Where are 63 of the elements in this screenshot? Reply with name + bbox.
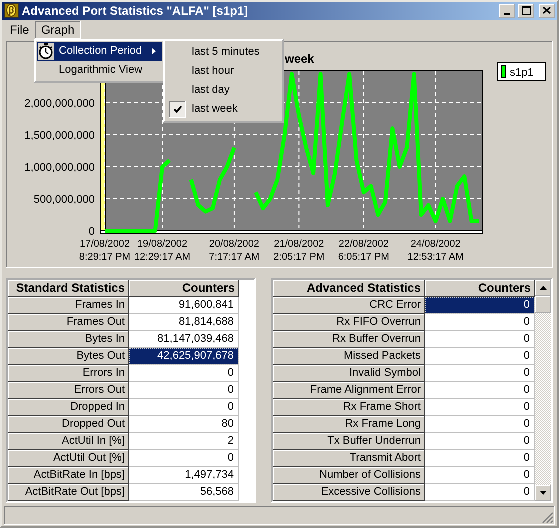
row-header: Dropped In xyxy=(8,398,129,416)
column-header[interactable]: Counters xyxy=(129,280,239,296)
menu-item[interactable]: last day xyxy=(167,80,280,100)
column-header[interactable]: Standard Statistics xyxy=(8,280,129,296)
row-header: Bytes Out xyxy=(8,348,129,364)
row-header: ActBitRate In [bps] xyxy=(8,466,129,484)
column-header[interactable]: Advanced Statistics xyxy=(273,280,425,296)
table-cell[interactable]: 0 xyxy=(129,450,239,466)
row-header: Bytes In xyxy=(8,330,129,348)
y-tick-label: 500,000,000 xyxy=(34,194,95,206)
row-header: Rx Buffer Overrun xyxy=(273,330,425,348)
row-header: ActUtil Out [%] xyxy=(8,450,129,466)
y-tick-label: 2,000,000,000 xyxy=(24,98,95,110)
table-cell[interactable]: 2 xyxy=(129,432,239,450)
table-cell[interactable]: 91,600,841 xyxy=(129,296,239,314)
table-cell[interactable]: 0 xyxy=(129,364,239,382)
menu-item[interactable]: Graph xyxy=(35,20,81,38)
row-header: CRC Error xyxy=(273,296,425,314)
legend: s1p1 xyxy=(498,62,546,81)
column-header[interactable]: Counters xyxy=(425,280,535,296)
menu-item[interactable]: last 5 minutes xyxy=(167,42,280,62)
row-header: Dropped Out xyxy=(8,416,129,432)
table-cell[interactable]: 0 xyxy=(129,382,239,398)
menu-item[interactable]: last week xyxy=(167,100,280,118)
table-cell[interactable]: 81,814,688 xyxy=(129,314,239,330)
row-header: Frames In xyxy=(8,296,129,314)
menu-item[interactable]: last hour xyxy=(167,62,280,80)
menu-item[interactable]: Collection Period xyxy=(37,42,162,60)
row-header: Tx Buffer Underrun xyxy=(273,432,425,450)
row-header: ActBitRate Out [bps] xyxy=(8,484,129,500)
x-tick-label: 21/08/2002 2:05:17 PM xyxy=(274,238,325,262)
row-header: Invalid Symbol xyxy=(273,364,425,382)
table-cell[interactable]: 42,625,907,678 xyxy=(129,348,239,364)
table-cell[interactable]: 0 xyxy=(129,398,239,416)
table-cell[interactable]: 0 xyxy=(425,296,535,314)
row-header: Rx FIFO Overrun xyxy=(273,314,425,330)
x-tick-label: 22/08/2002 6:05:17 PM xyxy=(338,238,390,262)
menu-item[interactable]: File xyxy=(4,20,36,38)
y-tick-label: 1,000,000,000 xyxy=(24,162,95,174)
x-tick-label: 19/08/2002 12:29:17 AM xyxy=(134,238,191,262)
row-header: Frames Out xyxy=(8,314,129,330)
chart-title: week xyxy=(285,52,314,66)
row-header: Rx Frame Short xyxy=(273,398,425,416)
row-header: Frame Alignment Error xyxy=(273,382,425,398)
x-tick-label: 24/08/2002 12:53:17 AM xyxy=(408,238,464,262)
row-header: ActUtil In [%] xyxy=(8,432,129,450)
row-header: Excessive Collisions xyxy=(273,484,425,500)
row-header: Errors Out xyxy=(8,382,129,398)
x-tick-label: 20/08/2002 7:17:17 AM xyxy=(209,238,260,262)
row-header: Missed Packets xyxy=(273,348,425,364)
table-cell[interactable]: 56,568 xyxy=(129,484,239,500)
y-tick-label: 1,500,000,000 xyxy=(24,130,95,142)
window-title: Advanced Port Statistics "ALFA" [s1p1] xyxy=(22,4,250,18)
x-tick-label: 17/08/2002 8:29:17 PM xyxy=(79,238,131,262)
row-header: Errors In xyxy=(8,364,129,382)
row-header: Number of Collisions xyxy=(273,466,425,484)
table-cell[interactable]: 80 xyxy=(129,416,239,432)
legend-label: s1p1 xyxy=(510,66,534,78)
row-header: Transmit Abort xyxy=(273,450,425,466)
y-tick-label: 0 xyxy=(88,226,95,238)
menu-item[interactable]: Logarithmic View xyxy=(37,60,162,80)
table-cell[interactable]: 1,497,734 xyxy=(129,466,239,484)
row-header: Rx Frame Long xyxy=(273,416,425,432)
